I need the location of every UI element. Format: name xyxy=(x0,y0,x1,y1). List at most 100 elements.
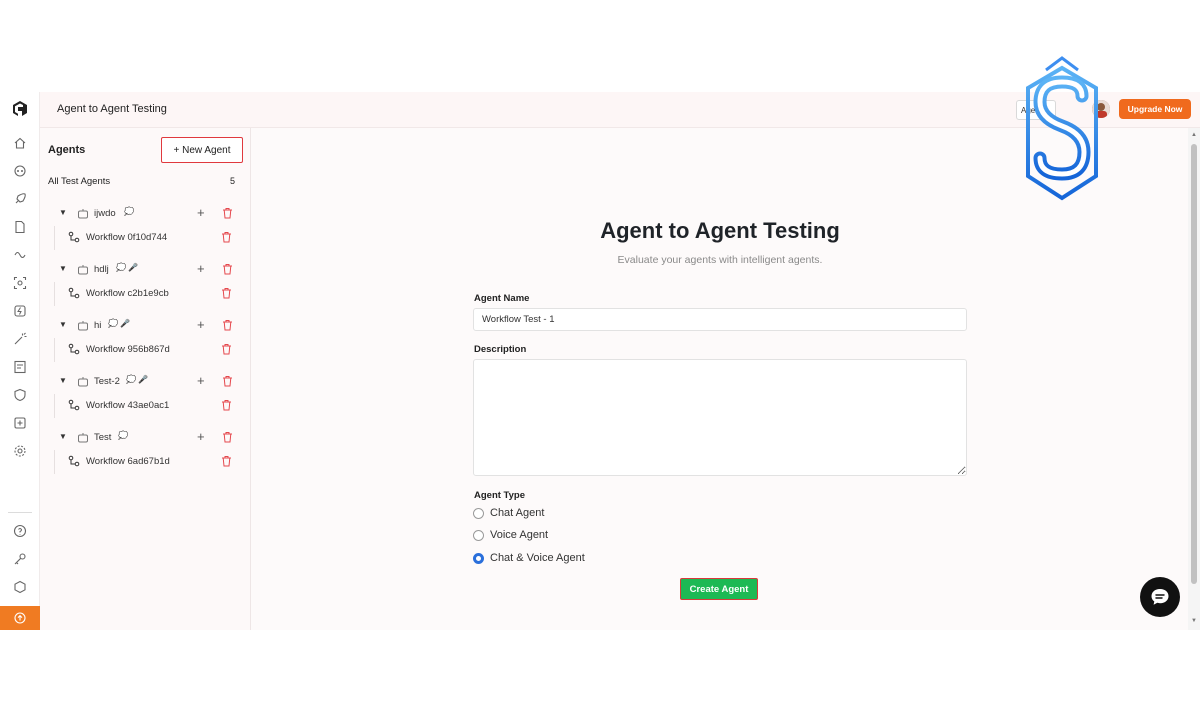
agents-panel: Agents + New Agent All Test Agents 5 ▼ i… xyxy=(40,128,251,630)
brand-s-logo xyxy=(1026,56,1098,201)
agent-row[interactable]: ▼ Test-2 💭 🎤 + xyxy=(40,372,251,394)
radio-voice-agent[interactable]: Voice Agent xyxy=(473,528,673,544)
workflow-row[interactable]: Workflow 6ad67b1d xyxy=(54,450,251,474)
chat-bubble-icon xyxy=(1151,589,1169,605)
delete-agent-icon[interactable] xyxy=(222,263,233,275)
workflow-name: Workflow 43ae0ac1 xyxy=(86,400,170,411)
workflow-name: Workflow c2b1e9cb xyxy=(86,288,169,299)
key-icon[interactable] xyxy=(13,552,27,566)
new-agent-button[interactable]: + New Agent xyxy=(161,137,243,163)
agent-type-badges: 💭 xyxy=(124,207,134,216)
agent-row[interactable]: ▼ Test 💭 + xyxy=(40,428,251,450)
add-workflow-icon[interactable]: + xyxy=(197,317,205,332)
delete-agent-icon[interactable] xyxy=(222,319,233,331)
rocket-icon[interactable] xyxy=(13,192,27,206)
workflow-row[interactable]: Workflow 43ae0ac1 xyxy=(54,394,251,418)
scroll-up-arrow-icon[interactable]: ▲ xyxy=(1191,132,1197,138)
bot-icon xyxy=(78,321,88,331)
radio-indicator-selected[interactable] xyxy=(473,553,484,564)
radio-chat-agent[interactable]: Chat Agent xyxy=(473,506,673,522)
scrollbar-thumb[interactable] xyxy=(1191,144,1197,584)
icon-rail xyxy=(0,92,40,630)
document-icon[interactable] xyxy=(13,220,27,234)
agent-name: hdlj xyxy=(94,264,109,275)
agents-panel-title: Agents xyxy=(48,144,86,156)
workflow-icon xyxy=(68,455,80,467)
create-agent-button[interactable]: Create Agent xyxy=(680,578,758,600)
collapse-caret-icon[interactable]: ▼ xyxy=(59,264,67,273)
report-icon[interactable] xyxy=(13,360,27,374)
agent-name: Test xyxy=(94,432,112,443)
upgrade-now-button[interactable]: Upgrade Now xyxy=(1119,99,1191,119)
bot-icon[interactable] xyxy=(13,164,27,178)
lightning-icon[interactable] xyxy=(13,304,27,318)
rail-divider xyxy=(8,512,32,513)
help-icon[interactable] xyxy=(13,524,27,538)
chat-support-button[interactable] xyxy=(1140,577,1180,617)
workflow-row[interactable]: Workflow c2b1e9cb xyxy=(54,282,251,306)
delete-workflow-icon[interactable] xyxy=(221,399,232,411)
radio-chat-voice-agent[interactable]: Chat & Voice Agent xyxy=(473,551,673,567)
agent-row[interactable]: ▼ hdlj 💭 🎤 + xyxy=(40,260,251,282)
agent-row[interactable]: ▼ hi 💭 🎤 + xyxy=(40,316,251,338)
agent-name-input[interactable] xyxy=(473,308,967,331)
delete-workflow-icon[interactable] xyxy=(221,231,232,243)
add-workflow-icon[interactable]: + xyxy=(197,205,205,220)
header-title: Agent to Agent Testing xyxy=(57,103,167,115)
workflow-row[interactable]: Workflow 0f10d744 xyxy=(54,226,251,250)
delete-workflow-icon[interactable] xyxy=(221,287,232,299)
all-test-agents-label[interactable]: All Test Agents xyxy=(48,176,110,187)
agent-name: ijwdo xyxy=(94,208,116,219)
agents-count-badge: 5 xyxy=(230,176,236,186)
delete-workflow-icon[interactable] xyxy=(221,343,232,355)
workflow-icon xyxy=(68,343,80,355)
page-title: Agent to Agent Testing xyxy=(600,218,840,243)
delete-agent-icon[interactable] xyxy=(222,375,233,387)
collapse-caret-icon[interactable]: ▼ xyxy=(59,208,67,217)
agent-name: Test-2 xyxy=(94,376,120,387)
agent-row[interactable]: ▼ ijwdo 💭 + xyxy=(40,204,251,226)
radio-label: Chat & Voice Agent xyxy=(490,552,585,564)
bot-icon xyxy=(78,265,88,275)
delete-agent-icon[interactable] xyxy=(222,431,233,443)
workflow-row[interactable]: Workflow 956b867d xyxy=(54,338,251,362)
page-scrollbar[interactable]: ▲ ▼ xyxy=(1188,128,1200,630)
collapse-caret-icon[interactable]: ▼ xyxy=(59,432,67,441)
app-logo-icon[interactable] xyxy=(11,100,29,118)
collapse-caret-icon[interactable]: ▼ xyxy=(59,320,67,329)
shield-icon[interactable] xyxy=(13,388,27,402)
magic-wand-icon[interactable] xyxy=(13,332,27,346)
workflow-icon xyxy=(68,231,80,243)
radio-label: Voice Agent xyxy=(490,529,549,541)
agent-type-badges: 💭 xyxy=(118,431,128,440)
add-square-icon[interactable] xyxy=(13,416,27,430)
workflow-name: Workflow 6ad67b1d xyxy=(86,456,170,467)
delete-workflow-icon[interactable] xyxy=(221,455,232,467)
add-workflow-icon[interactable]: + xyxy=(197,261,205,276)
workflow-name: Workflow 0f10d744 xyxy=(86,232,168,243)
scan-icon[interactable] xyxy=(13,276,27,290)
create-agent-form: Agent to Agent Testing Evaluate your age… xyxy=(252,128,1188,630)
add-workflow-icon[interactable]: + xyxy=(197,373,205,388)
delete-agent-icon[interactable] xyxy=(222,207,233,219)
add-workflow-icon[interactable]: + xyxy=(197,429,205,444)
voice-wave-icon[interactable] xyxy=(13,248,27,262)
description-textarea[interactable] xyxy=(473,359,967,476)
rail-upgrade-button[interactable] xyxy=(0,606,40,630)
collapse-caret-icon[interactable]: ▼ xyxy=(59,376,67,385)
workflow-icon xyxy=(68,287,80,299)
radio-indicator[interactable] xyxy=(473,530,484,541)
scroll-down-arrow-icon[interactable]: ▼ xyxy=(1191,618,1197,624)
agent-type-label: Agent Type xyxy=(474,490,526,501)
workflow-icon xyxy=(68,399,80,411)
settings-gear-icon[interactable] xyxy=(13,444,27,458)
hexagon-icon[interactable] xyxy=(13,580,27,594)
agent-type-badges: 💭 🎤 xyxy=(126,375,149,384)
agent-type-badges: 💭 🎤 xyxy=(116,263,139,272)
arrow-up-circle-icon xyxy=(14,612,26,624)
home-icon[interactable] xyxy=(13,136,27,150)
radio-label: Chat Agent xyxy=(490,507,545,519)
description-label: Description xyxy=(474,344,527,355)
radio-indicator[interactable] xyxy=(473,508,484,519)
agent-type-badges: 💭 🎤 xyxy=(108,319,131,328)
